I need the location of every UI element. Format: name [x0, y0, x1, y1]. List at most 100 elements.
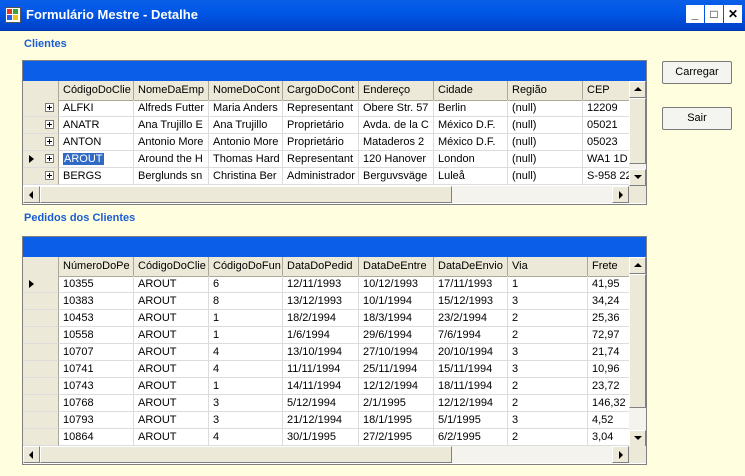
scroll-right-button[interactable] — [612, 186, 629, 203]
column-header[interactable]: CargoDoCont — [283, 81, 359, 100]
table-cell[interactable]: ANATR — [59, 117, 134, 134]
table-cell[interactable]: 18/1/1995 — [359, 412, 434, 429]
table-cell[interactable]: 14/11/1994 — [283, 378, 359, 395]
table-row[interactable]: 10558 AROUT 1 1/6/1994 29/6/1994 7/6/1994 2 72,… — [23, 327, 640, 344]
row-header[interactable] — [23, 117, 59, 134]
scroll-thumb[interactable] — [40, 186, 452, 203]
table-cell[interactable]: Ana Trujillo E — [134, 117, 209, 134]
table-cell[interactable]: 18/2/1994 — [283, 310, 359, 327]
table-cell[interactable]: ALFKI — [59, 100, 134, 117]
expand-plus-icon[interactable] — [45, 154, 54, 163]
scroll-right-button[interactable] — [612, 446, 629, 463]
row-header[interactable] — [23, 378, 59, 395]
table-cell[interactable]: 12/12/1994 — [434, 395, 508, 412]
table-cell[interactable]: AROUT — [134, 310, 209, 327]
carregar-button[interactable]: Carregar — [662, 61, 732, 84]
table-cell[interactable]: ANTON — [59, 134, 134, 151]
table-cell[interactable]: AROUT — [134, 378, 209, 395]
table-cell[interactable]: 3 — [508, 412, 588, 429]
row-header[interactable] — [23, 134, 59, 151]
table-cell[interactable]: AROUT — [134, 429, 209, 446]
table-row[interactable]: 10453 AROUT 1 18/2/1994 18/3/1994 23/2/1994 2 2… — [23, 310, 640, 327]
table-cell[interactable]: 18/3/1994 — [359, 310, 434, 327]
table-row[interactable]: 10383 AROUT 8 13/12/1993 10/1/1994 15/12/1993… — [23, 293, 640, 310]
row-header[interactable] — [23, 100, 59, 117]
table-cell[interactable]: Berglunds sn — [134, 168, 209, 185]
table-cell[interactable]: 13/12/1993 — [283, 293, 359, 310]
table-cell[interactable]: 10558 — [59, 327, 134, 344]
table-cell[interactable]: 5/12/1994 — [283, 395, 359, 412]
column-header[interactable]: Região — [508, 81, 583, 100]
table-cell[interactable]: 21/12/1994 — [283, 412, 359, 429]
table-cell[interactable]: 27/2/1995 — [359, 429, 434, 446]
expand-plus-icon[interactable] — [45, 103, 54, 112]
table-cell[interactable]: Avda. de la C — [359, 117, 434, 134]
table-cell[interactable]: Obere Str. 57 — [359, 100, 434, 117]
table-cell[interactable]: 17/11/1993 — [434, 276, 508, 293]
column-header[interactable]: NomeDaEmp — [134, 81, 209, 100]
table-row[interactable]: ANATR Ana Trujillo E Ana Trujillo Proprietá… — [23, 117, 641, 134]
table-cell[interactable]: Ana Trujillo — [209, 117, 283, 134]
table-cell[interactable]: (null) — [508, 134, 583, 151]
table-cell[interactable]: Christina Ber — [209, 168, 283, 185]
table-row[interactable]: 10741 AROUT 4 11/11/1994 25/11/1994 15/11/199… — [23, 361, 640, 378]
column-header[interactable]: CódigoDoClie — [134, 257, 209, 276]
row-header[interactable] — [23, 151, 59, 168]
table-cell[interactable]: Antonio More — [134, 134, 209, 151]
column-header[interactable]: Endereço — [359, 81, 434, 100]
column-header[interactable]: DataDoPedid — [283, 257, 359, 276]
clientes-horizontal-scrollbar[interactable] — [23, 186, 629, 203]
column-header[interactable]: CódigoDoFun — [209, 257, 283, 276]
table-cell[interactable]: 1 — [209, 327, 283, 344]
table-cell[interactable]: (null) — [508, 117, 583, 134]
scroll-left-button[interactable] — [23, 446, 40, 463]
table-cell[interactable]: 1 — [209, 378, 283, 395]
table-cell[interactable]: 8 — [209, 293, 283, 310]
table-cell[interactable]: (null) — [508, 151, 583, 168]
clientes-grid[interactable]: CódigoDoClie NomeDaEmp NomeDoCont CargoDoCo… — [22, 60, 647, 205]
table-cell[interactable]: Antonio More — [209, 134, 283, 151]
table-row[interactable]: ANTON Antonio More Antonio More Proprietári… — [23, 134, 641, 151]
table-cell[interactable]: 6/2/1995 — [434, 429, 508, 446]
table-cell[interactable]: London — [434, 151, 508, 168]
table-cell[interactable]: Proprietário — [283, 117, 359, 134]
scroll-thumb[interactable] — [40, 446, 452, 463]
table-row[interactable]: 10864 AROUT 4 30/1/1995 27/2/1995 6/2/1995 2 3,… — [23, 429, 640, 446]
table-cell[interactable]: México D.F. — [434, 117, 508, 134]
table-cell[interactable]: 2 — [508, 310, 588, 327]
table-cell[interactable]: 3 — [508, 344, 588, 361]
scroll-up-button[interactable] — [629, 257, 646, 274]
table-cell[interactable]: Proprietário — [283, 134, 359, 151]
table-cell[interactable]: 10864 — [59, 429, 134, 446]
table-cell[interactable]: 2 — [508, 395, 588, 412]
table-cell[interactable]: AROUT — [134, 361, 209, 378]
table-cell[interactable]: 4 — [209, 429, 283, 446]
table-cell[interactable]: 1 — [209, 310, 283, 327]
table-cell[interactable]: Around the H — [134, 151, 209, 168]
scroll-down-button[interactable] — [629, 169, 646, 186]
table-cell[interactable]: Representant — [283, 151, 359, 168]
table-cell[interactable]: 10707 — [59, 344, 134, 361]
table-cell[interactable]: Alfreds Futter — [134, 100, 209, 117]
row-header[interactable] — [23, 276, 59, 293]
table-cell[interactable]: 18/11/1994 — [434, 378, 508, 395]
table-cell[interactable]: (null) — [508, 168, 583, 185]
table-cell[interactable]: Thomas Hard — [209, 151, 283, 168]
scroll-down-button[interactable] — [629, 430, 646, 447]
table-cell[interactable]: Representant — [283, 100, 359, 117]
table-cell[interactable]: BERGS — [59, 168, 134, 185]
expand-plus-icon[interactable] — [45, 137, 54, 146]
table-row[interactable]: 10768 AROUT 3 5/12/1994 2/1/1995 12/12/1994 2 1… — [23, 395, 640, 412]
table-cell[interactable]: 15/11/1994 — [434, 361, 508, 378]
table-cell[interactable]: 10453 — [59, 310, 134, 327]
table-cell[interactable]: 6 — [209, 276, 283, 293]
table-cell[interactable]: Berlin — [434, 100, 508, 117]
table-row[interactable]: 10707 AROUT 4 13/10/1994 27/10/1994 20/10/199… — [23, 344, 640, 361]
row-header[interactable] — [23, 327, 59, 344]
table-cell[interactable]: Luleå — [434, 168, 508, 185]
close-button[interactable]: ✕ — [724, 5, 742, 23]
table-cell[interactable]: 1/6/1994 — [283, 327, 359, 344]
table-cell[interactable]: AROUT — [134, 395, 209, 412]
clientes-vertical-scrollbar[interactable] — [629, 81, 646, 186]
table-cell[interactable]: (null) — [508, 100, 583, 117]
